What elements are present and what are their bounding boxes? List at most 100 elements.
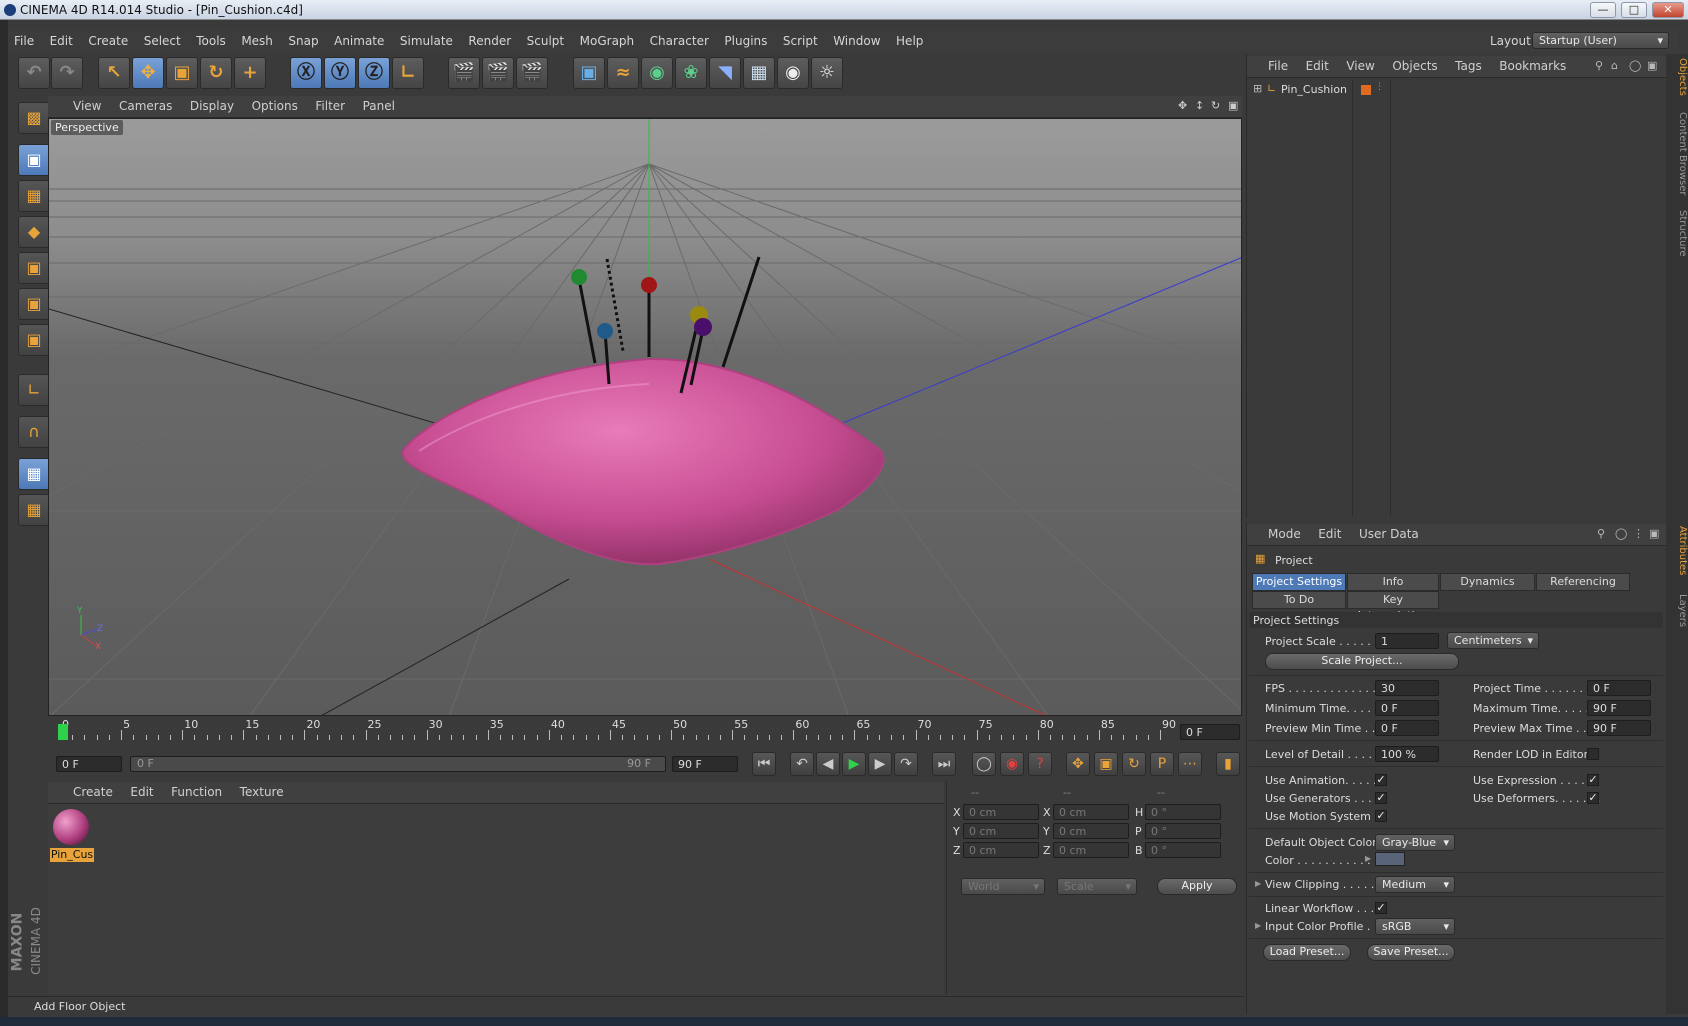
y-axis-lock-button[interactable]: Ⓨ: [324, 57, 356, 89]
viewport-menu-options[interactable]: Options: [245, 96, 305, 116]
redo-button[interactable]: ↷: [51, 57, 83, 89]
play-button[interactable]: ▶: [842, 752, 866, 776]
axis-mode-button[interactable]: ∟: [18, 374, 50, 406]
previous-frame-button[interactable]: ◀: [816, 752, 840, 776]
use-generators-checkbox[interactable]: ✓: [1375, 792, 1387, 804]
render-picture-viewer-button[interactable]: 🎬: [482, 57, 514, 89]
menu-snap[interactable]: Snap: [282, 30, 324, 48]
object-menu-file[interactable]: File: [1261, 56, 1295, 76]
record-position-button[interactable]: ✥: [1066, 752, 1090, 776]
model-mode-button[interactable]: ▣: [18, 144, 50, 176]
viewport-menu-view[interactable]: View: [66, 96, 108, 116]
menu-script[interactable]: Script: [777, 30, 824, 48]
coord-space-dropdown[interactable]: World: [961, 878, 1045, 895]
texture-mode-button[interactable]: ▦: [18, 180, 50, 212]
camera-button[interactable]: ◉: [777, 57, 809, 89]
viewport-menu-display[interactable]: Display: [183, 96, 241, 116]
render-view-button[interactable]: 🎬: [448, 57, 480, 89]
undo-button[interactable]: ↶: [18, 57, 50, 89]
timeline-ruler[interactable]: 051015202530354045505560657075808590 0 F: [48, 718, 1242, 746]
menu-render[interactable]: Render: [462, 30, 517, 48]
snap-button[interactable]: ∩: [18, 416, 50, 448]
layout-dropdown[interactable]: Startup (User): [1532, 32, 1669, 49]
planar-workplane-button[interactable]: ▦: [18, 494, 50, 526]
viewport-menu-filter[interactable]: Filter: [308, 96, 352, 116]
viewport-camera-label[interactable]: Perspective: [51, 120, 123, 135]
object-menu-bookmarks[interactable]: Bookmarks: [1492, 56, 1573, 76]
save-preset-button[interactable]: Save Preset...: [1367, 944, 1455, 961]
menu-select[interactable]: Select: [138, 30, 187, 48]
side-tab-content-browser[interactable]: Content Browser: [1668, 112, 1688, 195]
material-menu-texture[interactable]: Texture: [233, 782, 291, 802]
coord-value-field[interactable]: 0 cm: [1053, 842, 1129, 858]
edges-mode-button[interactable]: ▣: [18, 288, 50, 320]
object-search-icon[interactable]: ⚲: [1595, 59, 1603, 72]
current-frame-field[interactable]: 0 F: [1180, 724, 1240, 740]
viewport-menu-cameras[interactable]: Cameras: [112, 96, 179, 116]
project-scale-field[interactable]: 1: [1375, 633, 1439, 649]
coord-value-field[interactable]: 0 °: [1145, 804, 1221, 820]
start-frame-field[interactable]: 0 F: [56, 756, 122, 772]
side-tab-attributes[interactable]: Attributes: [1668, 526, 1688, 575]
attribute-new-panel-icon[interactable]: ▣: [1649, 527, 1659, 540]
material-menu-edit[interactable]: Edit: [123, 782, 160, 802]
menu-create[interactable]: Create: [82, 30, 134, 48]
project-scale-unit-dropdown[interactable]: Centimeters: [1447, 632, 1539, 649]
linear-workflow-checkbox[interactable]: ✓: [1375, 902, 1387, 914]
last-tool-button[interactable]: +: [234, 57, 266, 89]
close-button[interactable]: ✕: [1652, 2, 1684, 18]
workplane-lock-button[interactable]: ▦: [18, 458, 50, 490]
menu-help[interactable]: Help: [890, 30, 929, 48]
color-expand-icon[interactable]: ▶: [1365, 854, 1371, 863]
move-tool-button[interactable]: ✥: [132, 57, 164, 89]
material-menu-create[interactable]: Create: [66, 782, 120, 802]
attribute-lock-icon[interactable]: ◯: [1615, 527, 1627, 540]
next-key-button[interactable]: ↷: [894, 752, 918, 776]
coord-value-field[interactable]: 0 °: [1145, 823, 1221, 839]
record-parameter-button[interactable]: P: [1150, 752, 1174, 776]
floor-object-button[interactable]: ▦: [743, 57, 775, 89]
next-frame-button[interactable]: ▶: [868, 752, 892, 776]
range-slider[interactable]: 0 F 90 F: [130, 756, 666, 772]
record-point-level-button[interactable]: ⋯: [1178, 752, 1202, 776]
coord-value-field[interactable]: 0 cm: [963, 823, 1039, 839]
tab-dynamics[interactable]: Dynamics: [1440, 573, 1535, 591]
points-mode-button[interactable]: ▣: [18, 252, 50, 284]
expand-icon[interactable]: ⊞: [1253, 82, 1262, 95]
viewport-maximize-icon[interactable]: ▣: [1228, 99, 1238, 112]
side-tab-layers[interactable]: Layers: [1668, 594, 1688, 627]
attribute-search-icon[interactable]: ⚲: [1597, 527, 1605, 540]
menu-mograph[interactable]: MoGraph: [574, 30, 641, 48]
min-time-field[interactable]: 0 F: [1375, 700, 1439, 716]
max-time-field[interactable]: 90 F: [1587, 700, 1651, 716]
x-axis-lock-button[interactable]: Ⓧ: [290, 57, 322, 89]
viewport-zoom-icon[interactable]: ↕: [1195, 99, 1204, 112]
use-deformers-checkbox[interactable]: ✓: [1587, 792, 1599, 804]
object-home-icon[interactable]: ⌂: [1611, 59, 1618, 72]
coord-apply-button[interactable]: Apply: [1157, 878, 1237, 895]
menu-character[interactable]: Character: [644, 30, 715, 48]
end-frame-field[interactable]: 90 F: [672, 756, 738, 772]
input-color-expand-icon[interactable]: ▶: [1255, 921, 1261, 930]
lod-field[interactable]: 100 %: [1375, 746, 1439, 762]
use-motion-checkbox[interactable]: ✓: [1375, 810, 1387, 822]
object-lock-icon[interactable]: ◯: [1629, 59, 1641, 72]
view-clipping-expand-icon[interactable]: ▶: [1255, 879, 1261, 888]
project-time-field[interactable]: 0 F: [1587, 680, 1651, 696]
menu-animate[interactable]: Animate: [328, 30, 390, 48]
menu-mesh[interactable]: Mesh: [235, 30, 279, 48]
side-tab-objects[interactable]: Objects: [1668, 58, 1688, 96]
tab-info[interactable]: Info: [1347, 573, 1439, 591]
preview-max-field[interactable]: 90 F: [1587, 720, 1651, 736]
load-preset-button[interactable]: Load Preset...: [1263, 944, 1351, 961]
go-to-start-button[interactable]: ⏮: [752, 752, 776, 776]
rotate-tool-button[interactable]: ↻: [200, 57, 232, 89]
tab-referencing[interactable]: Referencing: [1536, 573, 1630, 591]
attribute-menu-mode[interactable]: Mode: [1261, 524, 1308, 544]
render-settings-button[interactable]: 🎬: [516, 57, 548, 89]
attribute-menu-user-data[interactable]: User Data: [1352, 524, 1426, 544]
menu-edit[interactable]: Edit: [44, 30, 79, 48]
menu-plugins[interactable]: Plugins: [718, 30, 773, 48]
keyframe-selection-button[interactable]: ?: [1028, 752, 1052, 776]
pin-cushion-mesh[interactable]: [401, 357, 885, 566]
